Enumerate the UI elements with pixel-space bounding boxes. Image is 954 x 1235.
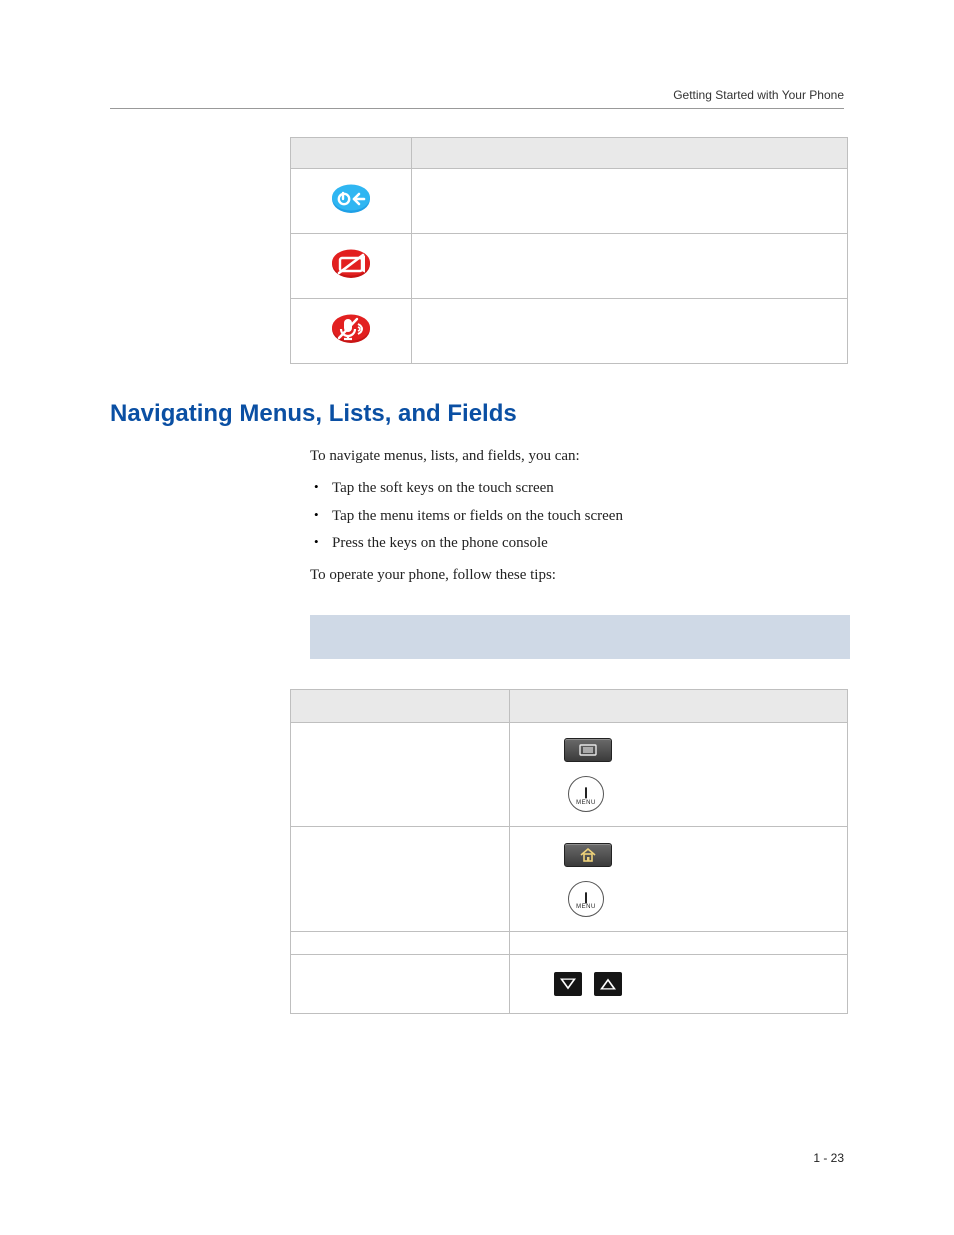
do-not-disturb-icon — [331, 249, 371, 279]
intro-paragraph: To navigate menus, lists, and fields, yo… — [310, 446, 844, 468]
document-page: Getting Started with Your Phone — [0, 0, 954, 1235]
scroll-up-icon — [594, 972, 622, 996]
page-number: 1 - 23 — [813, 1151, 844, 1165]
table-row — [291, 169, 848, 234]
home-softkey-icon — [564, 843, 612, 867]
menu-hardkey-icon: MENU — [568, 881, 604, 917]
header-rule — [110, 108, 844, 109]
info-banner — [310, 615, 850, 659]
list-item: Press the keys on the phone console — [310, 533, 844, 555]
table-row: MENU — [291, 722, 848, 827]
menu-softkey-icon — [564, 738, 612, 762]
running-header: Getting Started with Your Phone — [110, 88, 844, 102]
list-item: Tap the soft keys on the touch screen — [310, 478, 844, 500]
table-row — [291, 954, 848, 1013]
login-status-icon — [331, 184, 371, 214]
scroll-down-icon — [554, 972, 582, 996]
table-header-row — [291, 138, 848, 169]
bullet-list: Tap the soft keys on the touch screen Ta… — [310, 478, 844, 555]
body-text-block: To navigate menus, lists, and fields, yo… — [310, 446, 844, 587]
microphone-muted-icon — [331, 314, 371, 344]
tips-lead-paragraph: To operate your phone, follow these tips… — [310, 565, 844, 587]
section-heading: Navigating Menus, Lists, and Fields — [110, 400, 844, 428]
status-icon-table — [290, 137, 848, 364]
table-row — [291, 234, 848, 299]
table-header-row — [291, 689, 848, 722]
navigation-tips-table: MENU — [290, 689, 848, 1014]
table-row — [291, 931, 848, 954]
table-row — [291, 299, 848, 364]
menu-hardkey-icon: MENU — [568, 776, 604, 812]
table-row: MENU — [291, 827, 848, 932]
list-item: Tap the menu items or fields on the touc… — [310, 506, 844, 528]
